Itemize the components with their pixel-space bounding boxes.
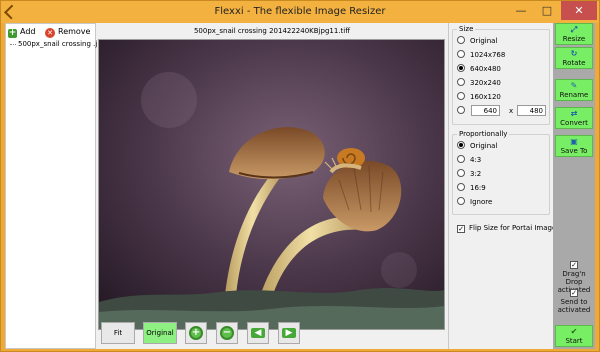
file-panel: + Add ✕ Remove 500px_snail crossing .jpg [5,23,106,349]
file-list-item[interactable]: 500px_snail crossing .jpg [10,40,106,48]
convert-button[interactable]: ⇄ Convert [555,107,593,129]
size-option-320x240[interactable]: 320x240 [457,77,501,89]
size-group: Size Original 1024x768 640x480 320x240 1… [452,25,550,125]
option-label: 3:2 [470,170,482,178]
radio-button[interactable] [457,36,465,44]
dimension-separator: x [509,107,514,115]
save-label: Save To [560,147,588,155]
proportion-option-4-3[interactable]: 4:3 [457,154,481,166]
size-option-custom[interactable]: 640 x 480 [457,105,549,117]
radio-button[interactable] [457,50,465,58]
zoom-in-button[interactable]: + [185,322,207,344]
start-button[interactable]: ✔ Start [555,325,593,347]
proportion-group: Proportionally Original 4:3 3:2 16:9 Ign… [452,130,550,215]
previous-image-button[interactable]: ◀ [247,322,269,344]
resize-label: Resize [562,35,586,43]
close-button[interactable]: ✕ [561,1,597,20]
bottom-toolbar: Fit Original + − ◀ ▶ [101,322,401,344]
size-option-160x120[interactable]: 160x120 [457,91,501,103]
radio-button[interactable] [457,169,465,177]
option-label: 16:9 [470,184,486,192]
size-option-original[interactable]: Original [457,35,497,47]
checkbox[interactable]: ✓ [570,289,578,297]
radio-button[interactable] [457,106,465,114]
radio-button[interactable] [457,155,465,163]
app-window: Flexxi - The flexible Image Resizer — □ … [0,0,600,352]
radio-button[interactable] [457,183,465,191]
flip-size-checkbox[interactable]: ✓ Flip Size for Portai Images [457,224,560,233]
proportion-option-16-9[interactable]: 16:9 [457,182,486,194]
checkbox[interactable]: ✓ [457,225,465,233]
client-area: + Add ✕ Remove 500px_snail crossing .jpg 5… [5,23,595,349]
save-to-button[interactable]: ▣ Save To [555,135,593,157]
resize-icon: ⤢ [570,25,578,34]
option-label: 640x480 [470,65,501,73]
minimize-button[interactable]: — [508,1,534,20]
option-label: 320x240 [470,79,501,87]
start-label: Start [565,337,583,345]
radio-button-selected[interactable] [457,64,465,72]
zoom-out-button[interactable]: − [216,322,238,344]
zoom-out-icon: − [220,326,234,340]
proportion-option-3-2[interactable]: 3:2 [457,168,481,180]
rotate-button[interactable]: ↻ Rotate [555,47,593,69]
size-group-title: Size [457,25,476,33]
resize-button[interactable]: ⤢ Resize [555,23,593,45]
arrow-right-icon: ▶ [282,328,296,338]
convert-icon: ⇄ [570,109,578,118]
original-button[interactable]: Original [143,322,177,344]
option-label: 1024x768 [470,51,506,59]
radio-button[interactable] [457,92,465,100]
action-panel: ⤢ Resize ↻ Rotate ✎ Rename ⇄ Convert ▣ Save T… [553,23,595,349]
rename-button[interactable]: ✎ Rename [555,79,593,101]
size-option-640x480[interactable]: 640x480 [457,63,501,75]
radio-button[interactable] [457,78,465,86]
proportion-option-original[interactable]: Original [457,140,497,152]
sendto-label: Send to activated [557,298,591,314]
custom-width-input[interactable]: 640 [471,105,500,116]
radio-button-selected[interactable] [457,141,465,149]
rotate-icon: ↻ [570,49,578,58]
next-image-button[interactable]: ▶ [278,322,300,344]
add-icon: + [8,28,17,38]
rotate-label: Rotate [562,59,586,67]
sendto-checkbox[interactable]: ✓ Send to activated [553,289,595,314]
flip-size-label: Flip Size for Portai Images [469,224,560,232]
zoom-in-icon: + [189,326,203,340]
convert-label: Convert [560,119,588,127]
radio-button[interactable] [457,197,465,205]
fit-button[interactable]: Fit [101,322,135,344]
proportion-option-ignore[interactable]: Ignore [457,196,492,208]
add-label: Add [20,27,36,36]
option-label: Ignore [470,198,493,206]
maximize-button[interactable]: □ [534,1,560,20]
option-label: 4:3 [470,156,482,164]
rename-icon: ✎ [570,81,578,90]
option-label: Original [470,37,498,45]
image-preview[interactable] [98,39,445,330]
custom-height-input[interactable]: 480 [517,105,546,116]
add-button[interactable]: + Add [8,25,36,39]
proportion-group-title: Proportionally [457,130,510,138]
remove-label: Remove [58,27,91,36]
check-icon: ✔ [570,327,578,336]
size-option-1024x768[interactable]: 1024x768 [457,49,505,61]
image-filename: 500px_snail crossing 201422240KBjpg11.ti… [193,27,351,35]
options-panel: Size Original 1024x768 640x480 320x240 1… [448,23,560,349]
arrow-left-icon: ◀ [251,328,265,338]
title-bar[interactable]: Flexxi - The flexible Image Resizer — □ … [1,1,599,23]
rename-label: Rename [559,91,589,99]
remove-button[interactable]: ✕ Remove [45,25,90,39]
snail-mushroom-photo [99,40,444,329]
option-label: 160x120 [470,93,501,101]
option-label: Original [470,142,498,150]
checkbox[interactable]: ✓ [570,261,578,269]
preview-area: 500px_snail crossing 201422240KBjpg11.ti… [97,23,447,349]
remove-icon: ✕ [45,28,55,38]
save-icon: ▣ [570,137,578,146]
